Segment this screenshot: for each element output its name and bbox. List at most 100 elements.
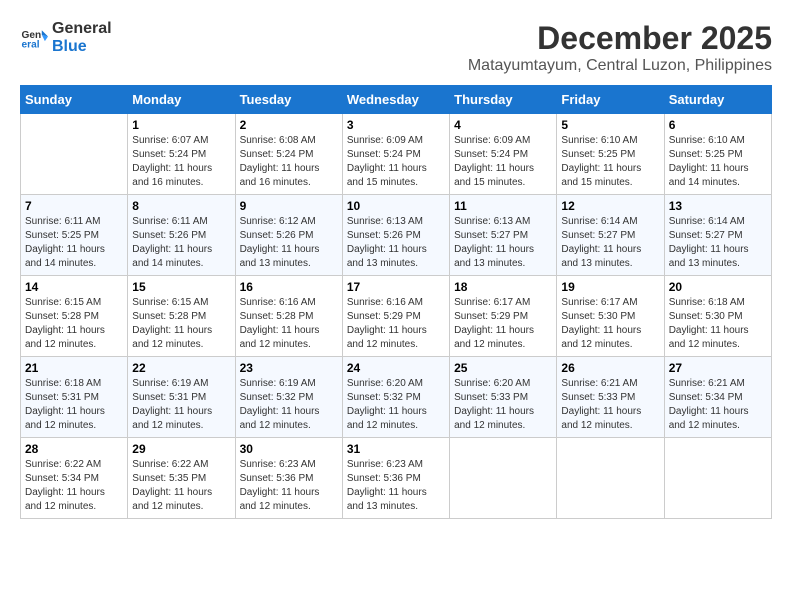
day-number: 3: [347, 118, 445, 132]
day-info: Sunrise: 6:13 AMSunset: 5:27 PMDaylight:…: [454, 215, 552, 271]
calendar-week-row: 14Sunrise: 6:15 AMSunset: 5:28 PMDayligh…: [21, 276, 772, 357]
weekday-header: Thursday: [450, 86, 557, 114]
calendar-cell: 19 Sunrise: 6:17 AMSunset: 5:30 PMDayligh…: [557, 276, 664, 357]
calendar-cell: 4 Sunrise: 6:09 AMSunset: 5:24 PMDaylight…: [450, 114, 557, 195]
calendar-cell: 6 Sunrise: 6:10 AMSunset: 5:25 PMDaylight…: [664, 114, 771, 195]
day-info: Sunrise: 6:08 AMSunset: 5:24 PMDaylight:…: [240, 134, 338, 190]
day-number: 12: [561, 199, 659, 213]
day-number: 29: [132, 442, 230, 456]
day-number: 10: [347, 199, 445, 213]
day-number: 28: [25, 442, 123, 456]
calendar-cell: 11 Sunrise: 6:13 AMSunset: 5:27 PMDayligh…: [450, 195, 557, 276]
day-number: 19: [561, 280, 659, 294]
calendar-week-row: 28Sunrise: 6:22 AMSunset: 5:34 PMDayligh…: [21, 438, 772, 519]
day-number: 21: [25, 361, 123, 375]
day-info: Sunrise: 6:20 AMSunset: 5:32 PMDaylight:…: [347, 377, 445, 433]
weekday-header: Monday: [128, 86, 235, 114]
calendar-cell: 18 Sunrise: 6:17 AMSunset: 5:29 PMDayligh…: [450, 276, 557, 357]
day-number: 30: [240, 442, 338, 456]
day-number: 27: [669, 361, 767, 375]
calendar-cell: 16 Sunrise: 6:16 AMSunset: 5:28 PMDayligh…: [235, 276, 342, 357]
day-info: Sunrise: 6:15 AMSunset: 5:28 PMDaylight:…: [25, 296, 123, 352]
calendar-cell: 29 Sunrise: 6:22 AMSunset: 5:35 PMDayligh…: [128, 438, 235, 519]
day-info: Sunrise: 6:12 AMSunset: 5:26 PMDaylight:…: [240, 215, 338, 271]
month-title: December 2025: [468, 20, 772, 57]
calendar-week-row: 1Sunrise: 6:07 AMSunset: 5:24 PMDaylight…: [21, 114, 772, 195]
day-number: 26: [561, 361, 659, 375]
day-info: Sunrise: 6:14 AMSunset: 5:27 PMDaylight:…: [561, 215, 659, 271]
weekday-header: Wednesday: [342, 86, 449, 114]
day-info: Sunrise: 6:11 AMSunset: 5:26 PMDaylight:…: [132, 215, 230, 271]
calendar-cell: 14Sunrise: 6:15 AMSunset: 5:28 PMDayligh…: [21, 276, 128, 357]
day-number: 8: [132, 199, 230, 213]
day-number: 16: [240, 280, 338, 294]
calendar-cell: 28Sunrise: 6:22 AMSunset: 5:34 PMDayligh…: [21, 438, 128, 519]
day-number: 31: [347, 442, 445, 456]
calendar-week-row: 7 Sunrise: 6:11 AMSunset: 5:25 PMDaylight…: [21, 195, 772, 276]
day-info: Sunrise: 6:16 AMSunset: 5:28 PMDaylight:…: [240, 296, 338, 352]
calendar-cell: 27 Sunrise: 6:21 AMSunset: 5:34 PMDayligh…: [664, 357, 771, 438]
day-number: 22: [132, 361, 230, 375]
day-number: 11: [454, 199, 552, 213]
calendar-week-row: 21 Sunrise: 6:18 AMSunset: 5:31 PMDayligh…: [21, 357, 772, 438]
calendar-cell: 2 Sunrise: 6:08 AMSunset: 5:24 PMDaylight…: [235, 114, 342, 195]
calendar-table: SundayMondayTuesdayWednesdayThursdayFrid…: [20, 85, 772, 519]
day-info: Sunrise: 6:19 AMSunset: 5:32 PMDaylight:…: [240, 377, 338, 433]
calendar-cell: 21 Sunrise: 6:18 AMSunset: 5:31 PMDayligh…: [21, 357, 128, 438]
day-info: Sunrise: 6:18 AMSunset: 5:31 PMDaylight:…: [25, 377, 123, 433]
calendar-cell: 24 Sunrise: 6:20 AMSunset: 5:32 PMDayligh…: [342, 357, 449, 438]
day-info: Sunrise: 6:09 AMSunset: 5:24 PMDaylight:…: [454, 134, 552, 190]
calendar-cell: 30Sunrise: 6:23 AMSunset: 5:36 PMDayligh…: [235, 438, 342, 519]
day-info: Sunrise: 6:17 AMSunset: 5:30 PMDaylight:…: [561, 296, 659, 352]
day-number: 15: [132, 280, 230, 294]
calendar-cell: 12 Sunrise: 6:14 AMSunset: 5:27 PMDayligh…: [557, 195, 664, 276]
day-info: Sunrise: 6:07 AMSunset: 5:24 PMDaylight:…: [132, 134, 230, 190]
day-number: 5: [561, 118, 659, 132]
calendar-cell: 25 Sunrise: 6:20 AMSunset: 5:33 PMDayligh…: [450, 357, 557, 438]
calendar-cell: 3 Sunrise: 6:09 AMSunset: 5:24 PMDaylight…: [342, 114, 449, 195]
weekday-header: Saturday: [664, 86, 771, 114]
day-info: Sunrise: 6:09 AMSunset: 5:24 PMDaylight:…: [347, 134, 445, 190]
day-info: Sunrise: 6:18 AMSunset: 5:30 PMDaylight:…: [669, 296, 767, 352]
calendar-cell: 15 Sunrise: 6:15 AMSunset: 5:28 PMDayligh…: [128, 276, 235, 357]
calendar-cell: 5 Sunrise: 6:10 AMSunset: 5:25 PMDaylight…: [557, 114, 664, 195]
location-title: Matayumtayum, Central Luzon, Philippines: [468, 57, 772, 75]
day-info: Sunrise: 6:10 AMSunset: 5:25 PMDaylight:…: [669, 134, 767, 190]
day-info: Sunrise: 6:17 AMSunset: 5:29 PMDaylight:…: [454, 296, 552, 352]
day-number: 9: [240, 199, 338, 213]
day-number: 24: [347, 361, 445, 375]
calendar-cell: 8 Sunrise: 6:11 AMSunset: 5:26 PMDaylight…: [128, 195, 235, 276]
calendar-cell: [557, 438, 664, 519]
calendar-cell: 10Sunrise: 6:13 AMSunset: 5:26 PMDayligh…: [342, 195, 449, 276]
calendar-cell: 26 Sunrise: 6:21 AMSunset: 5:33 PMDayligh…: [557, 357, 664, 438]
day-info: Sunrise: 6:10 AMSunset: 5:25 PMDaylight:…: [561, 134, 659, 190]
calendar-cell: 1Sunrise: 6:07 AMSunset: 5:24 PMDaylight…: [128, 114, 235, 195]
weekday-header: Sunday: [21, 86, 128, 114]
day-info: Sunrise: 6:20 AMSunset: 5:33 PMDaylight:…: [454, 377, 552, 433]
calendar-cell: [664, 438, 771, 519]
weekday-header: Tuesday: [235, 86, 342, 114]
day-number: 25: [454, 361, 552, 375]
day-info: Sunrise: 6:19 AMSunset: 5:31 PMDaylight:…: [132, 377, 230, 433]
day-info: Sunrise: 6:15 AMSunset: 5:28 PMDaylight:…: [132, 296, 230, 352]
header: Gen eral General Blue December 2025 Mata…: [20, 20, 772, 75]
day-info: Sunrise: 6:21 AMSunset: 5:34 PMDaylight:…: [669, 377, 767, 433]
day-info: Sunrise: 6:23 AMSunset: 5:36 PMDaylight:…: [347, 458, 445, 514]
calendar-cell: 31 Sunrise: 6:23 AMSunset: 5:36 PMDayligh…: [342, 438, 449, 519]
day-info: Sunrise: 6:14 AMSunset: 5:27 PMDaylight:…: [669, 215, 767, 271]
day-info: Sunrise: 6:11 AMSunset: 5:25 PMDaylight:…: [25, 215, 123, 271]
day-number: 18: [454, 280, 552, 294]
day-number: 20: [669, 280, 767, 294]
calendar-cell: 23Sunrise: 6:19 AMSunset: 5:32 PMDayligh…: [235, 357, 342, 438]
day-number: 2: [240, 118, 338, 132]
logo-icon: Gen eral: [20, 24, 48, 52]
calendar-cell: [21, 114, 128, 195]
day-number: 6: [669, 118, 767, 132]
calendar-cell: 17Sunrise: 6:16 AMSunset: 5:29 PMDayligh…: [342, 276, 449, 357]
day-number: 4: [454, 118, 552, 132]
weekday-header-row: SundayMondayTuesdayWednesdayThursdayFrid…: [21, 86, 772, 114]
day-info: Sunrise: 6:22 AMSunset: 5:35 PMDaylight:…: [132, 458, 230, 514]
day-number: 7: [25, 199, 123, 213]
calendar-cell: 22 Sunrise: 6:19 AMSunset: 5:31 PMDayligh…: [128, 357, 235, 438]
day-info: Sunrise: 6:21 AMSunset: 5:33 PMDaylight:…: [561, 377, 659, 433]
